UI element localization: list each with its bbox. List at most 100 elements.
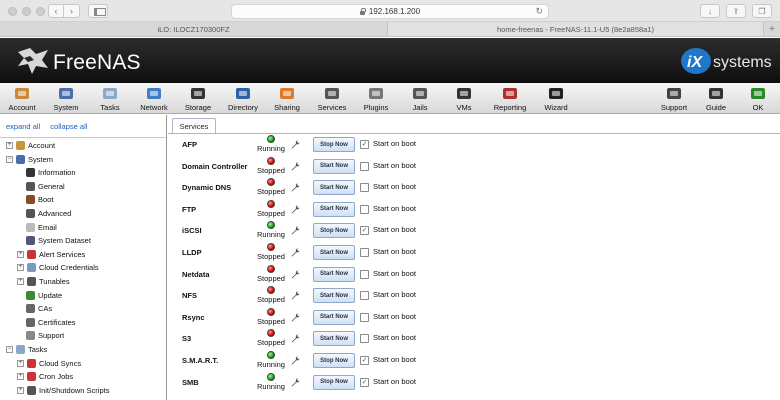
start-now-button[interactable]: Start Now <box>313 245 355 260</box>
toolbar-storage-button[interactable]: Storage <box>176 83 220 114</box>
tree-item-advanced[interactable]: Advanced <box>26 207 71 220</box>
service-row: iSCSI Running Stop Now ✓ Start on boot <box>168 220 780 242</box>
wrench-icon[interactable] <box>291 313 300 322</box>
tree-item-cloud-credentials[interactable]: + Cloud Credentials <box>17 261 99 274</box>
stop-now-button[interactable]: Stop Now <box>313 137 355 152</box>
tree-item-system-dataset[interactable]: System Dataset <box>26 234 91 247</box>
address-bar[interactable]: 192.168.1.200 ↻ <box>231 4 549 19</box>
stop-now-button[interactable]: Stop Now <box>313 374 355 390</box>
zoom-window-button[interactable] <box>36 7 45 16</box>
toolbar-jails-button[interactable]: Jails <box>398 83 442 114</box>
collapse-icon[interactable]: − <box>6 155 13 163</box>
tree-item-alert-services[interactable]: + Alert Services <box>17 248 85 261</box>
expand-icon[interactable]: + <box>17 359 24 367</box>
forward-button[interactable]: › <box>64 4 80 18</box>
start-on-boot-checkbox[interactable] <box>360 248 369 257</box>
start-on-boot-checkbox[interactable] <box>360 312 369 322</box>
new-tab-button[interactable]: + <box>764 22 780 36</box>
expand-icon[interactable]: + <box>17 373 24 381</box>
toolbar-services-button[interactable]: Services <box>310 83 354 114</box>
back-button[interactable]: ‹ <box>48 4 64 18</box>
tree-item-support[interactable]: Support <box>26 329 64 342</box>
wrench-icon[interactable] <box>291 226 300 235</box>
stop-now-button[interactable]: Stop Now <box>313 223 355 239</box>
start-now-button[interactable]: Start Now <box>313 288 355 304</box>
tree-item-tasks[interactable]: − Tasks <box>6 343 47 356</box>
wrench-icon[interactable] <box>291 162 300 171</box>
stop-now-button[interactable]: Stop Now <box>313 353 355 368</box>
start-now-button[interactable]: Start Now <box>313 201 355 217</box>
toolbar-vms-button[interactable]: VMs <box>442 83 486 114</box>
tree-item-system[interactable]: − System <box>6 153 53 166</box>
minimize-window-button[interactable] <box>22 7 31 16</box>
toolbar-network-button[interactable]: Network <box>132 83 176 114</box>
start-on-boot-checkbox[interactable] <box>360 291 369 301</box>
toolbar-directory-button[interactable]: Directory <box>221 83 265 114</box>
tree-item-cas[interactable]: CAs <box>26 302 52 315</box>
tree-item-email[interactable]: Email <box>26 221 57 234</box>
start-now-button[interactable]: Start Now <box>313 309 355 325</box>
expand-icon[interactable]: + <box>17 264 24 272</box>
tree-item-information[interactable]: Information <box>26 166 76 179</box>
start-on-boot-checkbox[interactable]: ✓ <box>360 356 369 365</box>
tree-item-cloud-syncs[interactable]: + Cloud Syncs <box>17 357 81 370</box>
collapse-all-link[interactable]: collapse all <box>50 122 87 131</box>
toolbar-guide-button[interactable]: Guide <box>694 83 738 114</box>
wrench-icon[interactable] <box>291 270 300 279</box>
tree-item-init-shutdown-scripts[interactable]: + Init/Shutdown Scripts <box>17 384 109 397</box>
start-now-button[interactable]: Start Now <box>313 158 355 174</box>
close-window-button[interactable] <box>8 7 17 16</box>
toolbar-ok-button[interactable]: OK <box>736 83 780 114</box>
tree-item-account[interactable]: + Account <box>6 139 55 152</box>
wrench-icon[interactable] <box>291 183 300 192</box>
reload-icon[interactable]: ↻ <box>535 6 543 17</box>
browser-tab-ilo[interactable]: iLO: ILOCZ170300FZ <box>0 22 388 36</box>
toolbar-account-button[interactable]: Account <box>0 83 44 114</box>
start-now-button[interactable]: Start Now <box>313 266 355 282</box>
share-icon[interactable]: ⇪ <box>726 4 746 18</box>
wrench-icon[interactable] <box>291 291 300 300</box>
tree-item-certificates[interactable]: Certificates <box>26 316 76 329</box>
ixsystems-logo: iX systems <box>681 48 772 74</box>
wrench-icon[interactable] <box>291 205 300 214</box>
system-icon <box>58 86 74 101</box>
start-on-boot-checkbox[interactable]: ✓ <box>360 226 369 236</box>
expand-icon[interactable]: + <box>17 250 24 258</box>
toolbar-tasks-button[interactable]: Tasks <box>88 83 132 114</box>
toolbar-support-button[interactable]: Support <box>652 83 696 114</box>
sidebar-toggle-button[interactable] <box>88 4 108 18</box>
start-on-boot-checkbox[interactable] <box>360 334 369 344</box>
start-on-boot-checkbox[interactable] <box>360 161 369 171</box>
expand-icon[interactable]: + <box>17 278 24 285</box>
collapse-icon[interactable]: − <box>6 346 13 353</box>
tab-services[interactable]: Services <box>172 118 216 134</box>
expand-all-link[interactable]: expand all <box>6 122 40 131</box>
start-on-boot-checkbox[interactable]: ✓ <box>360 140 369 149</box>
toolbar-wizard-button[interactable]: Wizard <box>534 83 578 114</box>
toolbar-reporting-button[interactable]: Reporting <box>488 83 532 114</box>
start-on-boot-checkbox[interactable] <box>360 183 369 193</box>
tabs-overview-icon[interactable]: ❐ <box>752 4 772 18</box>
toolbar-plugins-button[interactable]: Plugins <box>354 83 398 114</box>
tree-item-tunables[interactable]: + Tunables <box>17 275 70 288</box>
start-now-button[interactable]: Start Now <box>313 180 355 196</box>
browser-tab-freenas[interactable]: home-freenas - FreeNAS-11.1-U5 (8e2a858a… <box>388 22 764 36</box>
start-on-boot-checkbox[interactable] <box>360 204 369 214</box>
tree-item-cron-jobs[interactable]: + Cron Jobs <box>17 370 73 383</box>
wrench-icon[interactable] <box>291 356 300 365</box>
wrench-icon[interactable] <box>291 248 300 257</box>
download-icon[interactable]: ↓ <box>700 4 720 18</box>
start-on-boot-checkbox[interactable]: ✓ <box>360 377 369 387</box>
expand-icon[interactable]: + <box>6 142 13 149</box>
wrench-icon[interactable] <box>291 334 300 343</box>
start-now-button[interactable]: Start Now <box>313 331 355 347</box>
wrench-icon[interactable] <box>291 140 300 149</box>
expand-icon[interactable]: + <box>17 386 24 394</box>
tree-item-general[interactable]: General <box>26 180 65 193</box>
wrench-icon[interactable] <box>291 378 300 387</box>
tree-item-update[interactable]: Update <box>26 289 62 302</box>
toolbar-sharing-button[interactable]: Sharing <box>265 83 309 114</box>
toolbar-system-button[interactable]: System <box>44 83 88 114</box>
start-on-boot-checkbox[interactable] <box>360 269 369 279</box>
tree-item-boot[interactable]: Boot <box>26 193 53 206</box>
